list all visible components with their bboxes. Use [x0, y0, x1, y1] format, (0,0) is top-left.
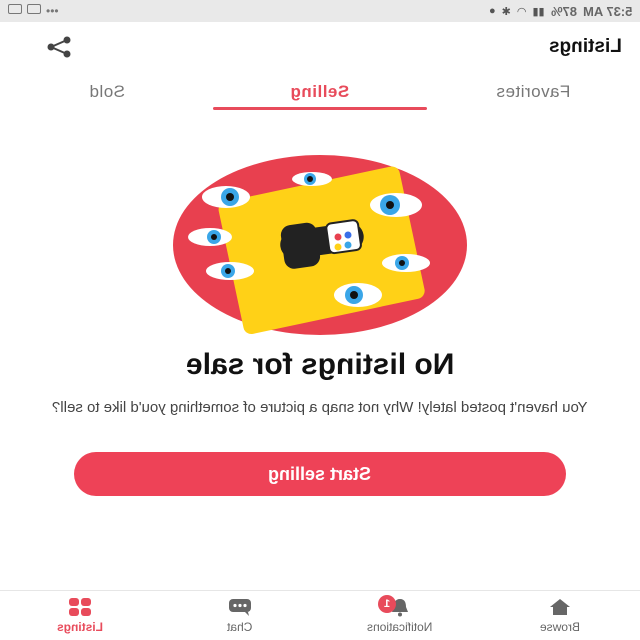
notification-badge: 1 — [378, 595, 396, 613]
mail-icon — [27, 4, 41, 14]
home-icon — [550, 599, 570, 615]
msg-icon — [8, 4, 22, 14]
empty-state-illustration — [170, 155, 470, 335]
tab-selling-label: Selling — [290, 82, 350, 101]
nav-browse[interactable]: Browse — [480, 591, 640, 640]
status-bar: ••• ● ✱ ◠ ▮▮ 87% 5:37 AM — [0, 0, 640, 22]
location-icon: ● — [489, 5, 496, 17]
tab-sold-label: Sold — [88, 82, 125, 101]
notification-badge-count: 1 — [383, 598, 391, 610]
tab-favorites-label: Favorites — [496, 82, 571, 101]
empty-state-description: You haven't posted lately! Why not snap … — [40, 398, 600, 417]
tab-selling[interactable]: Selling — [213, 72, 427, 112]
start-selling-button[interactable]: Start selling — [74, 452, 566, 496]
bluetooth-icon: ✱ — [501, 5, 511, 18]
tab-sold[interactable]: Sold — [0, 72, 213, 112]
nav-browse-label: Browse — [539, 620, 580, 634]
empty-state-description-text: You haven't posted lately! Why not snap … — [52, 399, 588, 416]
signal-icon: ▮▮ — [532, 5, 545, 18]
nav-listings[interactable]: Listings — [0, 591, 160, 640]
share-icon-svg — [47, 36, 71, 58]
nav-notifications-label: Notifications — [367, 620, 433, 634]
share-icon[interactable] — [44, 32, 74, 62]
status-time: 5:37 AM — [582, 3, 632, 19]
nav-listings-label: Listings — [56, 620, 103, 634]
tab-bar: Sold Selling Favorites — [0, 72, 640, 112]
illustration-svg — [173, 155, 467, 335]
chat-icon — [229, 599, 251, 616]
battery-text: 87% — [550, 3, 577, 19]
nav-notifications[interactable]: 1 Notifications — [320, 591, 480, 640]
page-title: Listings — [549, 36, 622, 57]
header: Listings — [0, 22, 640, 72]
more-icon: ••• — [46, 4, 59, 18]
tab-favorites[interactable]: Favorites — [427, 72, 640, 112]
nav-chat-label: Chat — [227, 620, 253, 634]
status-right: ● ✱ ◠ ▮▮ 87% 5:37 AM — [489, 4, 632, 19]
nav-chat[interactable]: Chat — [160, 591, 320, 640]
grid-icon — [69, 598, 91, 616]
status-left: ••• — [8, 4, 59, 18]
start-selling-label: Start selling — [268, 463, 372, 484]
empty-state-title-text: No listings for sale — [185, 348, 455, 381]
notification-icons: ••• — [8, 4, 59, 18]
empty-state-title: No listings for sale — [0, 348, 640, 382]
wifi-icon: ◠ — [516, 5, 527, 18]
bottom-nav: Listings Chat 1 Notifications Browse — [0, 590, 640, 640]
